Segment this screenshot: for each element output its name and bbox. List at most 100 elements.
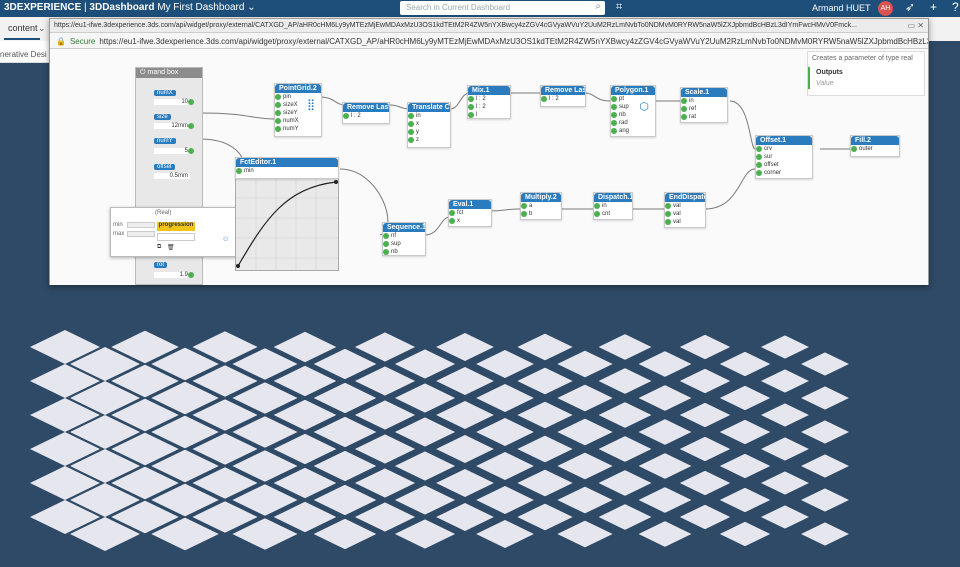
tile xyxy=(557,350,613,378)
app-title: 3DEXPERIENCE | 3DDashboard My First Dash… xyxy=(4,2,256,13)
tile xyxy=(517,503,573,531)
copy-icon[interactable]: ⧉ xyxy=(157,244,161,251)
param-numx-port[interactable] xyxy=(188,99,194,105)
tile xyxy=(801,522,849,546)
tile xyxy=(679,436,731,462)
node-translate[interactable]: Translate C in x y z xyxy=(407,102,451,148)
parameter-tooltip: Creates a parameter of type real Outputs… xyxy=(807,51,925,96)
search-input[interactable]: Search in Current Dashboard ⌕ xyxy=(400,1,605,15)
param-size-port[interactable] xyxy=(188,123,194,129)
tile xyxy=(719,385,771,411)
node-fill[interactable]: Fill.2 outer xyxy=(850,135,900,157)
param-numy-port[interactable] xyxy=(188,148,194,154)
node-multiply[interactable]: Multiply.2 ab xyxy=(520,192,562,220)
tile xyxy=(436,502,494,532)
share-icon[interactable]: ➶ xyxy=(905,0,915,14)
tile xyxy=(801,454,849,478)
active-tab-indicator xyxy=(4,38,40,40)
tile xyxy=(557,384,613,412)
dashboard-name[interactable]: My First Dashboard xyxy=(157,2,244,13)
tile xyxy=(436,434,494,464)
widget-header: nerative Desi xyxy=(0,41,50,63)
param-size-value[interactable]: 12mm xyxy=(154,123,190,129)
node-remove-last-1[interactable]: Remove Last l : 2 xyxy=(342,102,390,124)
param-type: (Real) xyxy=(155,210,172,216)
search-icon[interactable]: ⌕ xyxy=(595,1,601,12)
param-numy-label: numY xyxy=(154,138,176,144)
node-polygon[interactable]: Polygon.1 pt sup nb rad ang ⬡ xyxy=(610,85,656,137)
tile xyxy=(557,418,613,446)
tile xyxy=(679,402,731,428)
tile xyxy=(476,485,534,515)
node-fcteditor[interactable]: FctEditor.1 min xyxy=(235,157,339,179)
param-name-badge[interactable]: progression xyxy=(157,222,195,231)
node-scale[interactable]: Scale.1 in ref rat xyxy=(680,87,728,123)
node-pointgrid[interactable]: PointGrid.2 pin sizeX sizeY numX numY ⣿ xyxy=(274,83,322,137)
param-numx-value[interactable]: 10 xyxy=(154,99,190,105)
add-icon[interactable]: + xyxy=(930,0,937,14)
tile xyxy=(598,368,652,394)
function-curve-graph[interactable] xyxy=(235,177,339,271)
dashboard-dropdown-icon[interactable]: ⌄ xyxy=(247,2,255,13)
param-offset-value[interactable]: 0.5mm xyxy=(154,173,190,179)
tile xyxy=(719,351,771,377)
param-rot-label: rot xyxy=(154,262,168,268)
avatar[interactable]: AH xyxy=(878,1,893,16)
secure-label: Secure xyxy=(69,37,96,46)
person-icon[interactable]: ⚇ xyxy=(223,236,228,243)
node-enddispatch[interactable]: EndDispatc val val val xyxy=(664,192,706,228)
tile xyxy=(354,400,416,430)
tile xyxy=(354,502,416,532)
tile xyxy=(394,417,456,447)
node-sequence[interactable]: Sequence.1 nf sup nb xyxy=(382,222,426,256)
tile xyxy=(354,434,416,464)
power-icon[interactable]: ⏻ xyxy=(140,69,146,76)
node-offset[interactable]: Offset.1 crv sur offset corner xyxy=(755,135,813,179)
tile xyxy=(557,452,613,480)
node-mix[interactable]: Mix.1 l : 2l : 2l xyxy=(467,85,511,119)
param-value-field[interactable] xyxy=(157,233,195,241)
tile xyxy=(638,351,692,377)
min-label: min xyxy=(113,222,123,228)
tile xyxy=(476,417,534,447)
param-size-label: size xyxy=(154,114,171,120)
tile xyxy=(557,486,613,514)
tile xyxy=(436,366,494,396)
param-rot-port[interactable] xyxy=(188,272,194,278)
tile xyxy=(719,521,771,547)
tooltip-description: Creates a parameter of type real xyxy=(812,55,913,62)
tile-pattern-3d-view[interactable] xyxy=(30,330,849,551)
max-field[interactable] xyxy=(127,231,155,237)
tile xyxy=(354,366,416,396)
tooltip-outputs: Outputs xyxy=(808,67,924,78)
tile xyxy=(598,470,652,496)
widget-title: nerative Desi xyxy=(0,50,47,59)
tile xyxy=(719,487,771,513)
param-numy-value[interactable]: 5 xyxy=(154,148,190,154)
address-bar[interactable]: 🔒 Secure https://eu1-ifwe.3dexperience.3ds… xyxy=(50,33,928,49)
tab-content[interactable]: content xyxy=(8,23,38,33)
window-controls[interactable]: ▭ ✕ xyxy=(908,21,924,30)
browser-popup-window: https://eu1-ifwe.3dexperience.3ds.com/ap… xyxy=(49,18,929,285)
node-eval[interactable]: Eval.1 fct x xyxy=(448,199,492,227)
parameter-slider-popup[interactable]: (Real) min max progression ⧉ 🗑 ⚇ xyxy=(110,207,238,257)
node-dispatch[interactable]: Dispatch.1 in cnt xyxy=(593,192,633,220)
tile xyxy=(679,368,731,394)
tile xyxy=(719,453,771,479)
help-icon[interactable]: ? xyxy=(952,0,959,14)
param-rot-value[interactable]: 1.9 xyxy=(154,272,190,278)
node-editor-canvas[interactable]: Creates a parameter of type real Outputs… xyxy=(50,49,928,285)
tile xyxy=(476,451,534,481)
node-remove-last-2[interactable]: Remove Last l : 2 xyxy=(540,85,586,107)
tile xyxy=(394,485,456,515)
tile xyxy=(436,468,494,498)
user-name[interactable]: Armand HUET xyxy=(812,3,871,13)
tile xyxy=(354,468,416,498)
tile xyxy=(517,401,573,429)
min-field[interactable] xyxy=(127,222,155,228)
delete-icon[interactable]: 🗑 xyxy=(167,244,175,251)
tab-chevron-icon[interactable]: ⌄ xyxy=(38,23,46,34)
tag-icon[interactable]: ⌗ xyxy=(616,1,622,14)
window-titlebar[interactable]: https://eu1-ifwe.3dexperience.3ds.com/ap… xyxy=(50,19,928,33)
tile xyxy=(679,334,731,360)
